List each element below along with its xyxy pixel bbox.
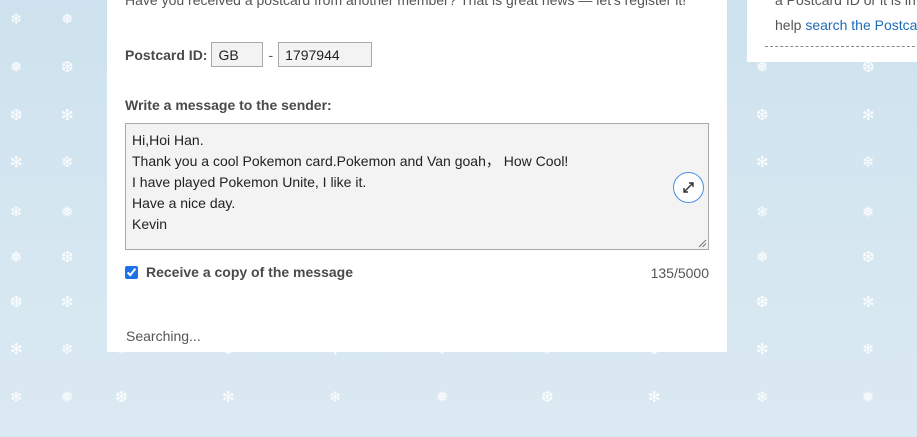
message-line: Have a nice day.	[132, 195, 236, 211]
snowflake-icon: ✻	[648, 388, 661, 406]
postcard-id-separator: -	[268, 46, 274, 63]
snowflake-icon: ✻	[756, 153, 769, 171]
snowflake-icon: ❄	[862, 153, 875, 171]
snowflake-icon: ❄	[862, 340, 875, 358]
snowflake-icon: ❆	[61, 58, 74, 76]
expand-textarea-button[interactable]	[673, 172, 704, 203]
snowflake-icon: ✻	[862, 106, 875, 124]
register-postcard-panel: Have you received a postcard from anothe…	[107, 0, 727, 352]
snowflake-icon: ❅	[61, 10, 74, 28]
snowflake-icon: ✻	[61, 106, 74, 124]
snowflake-icon: ❆	[10, 106, 23, 124]
snowflake-icon: ❆	[862, 248, 875, 266]
help-text: a Postcard ID or it is in	[775, 0, 916, 8]
message-label: Write a message to the sender:	[125, 97, 332, 113]
copy-message-checkbox[interactable]	[125, 265, 138, 279]
snowflake-icon: ❄	[756, 203, 769, 221]
expand-arrows-icon	[683, 182, 694, 193]
snowflake-icon: ✻	[222, 388, 235, 406]
snowflake-icon: ❆	[541, 388, 554, 406]
snowflake-icon: ❅	[756, 248, 769, 266]
snowflake-icon: ❄	[10, 388, 23, 406]
snowflake-icon: ❅	[862, 388, 875, 406]
snowflake-icon: ✻	[10, 340, 23, 358]
message-line: Thank you a cool Pokemon card.Pokemon an…	[132, 153, 569, 169]
message-line: Kevin	[132, 216, 168, 232]
help-prefix: help	[775, 17, 806, 33]
character-counter: 135/5000	[650, 265, 709, 281]
snowflake-icon: ❅	[862, 203, 875, 221]
help-sidebar-card: a Postcard ID or it is in help search th…	[747, 0, 917, 62]
snowflake-icon: ✻	[862, 293, 875, 311]
message-line: Hi,Hoi Han.	[132, 132, 204, 148]
snowflake-icon: ❆	[115, 388, 128, 406]
snowflake-icon: ❅	[10, 248, 23, 266]
snowflake-icon: ❆	[61, 248, 74, 266]
message-textarea[interactable]: Hi,Hoi Han. Thank you a cool Pokemon car…	[125, 123, 709, 250]
copy-message-row: Receive a copy of the message	[125, 263, 353, 281]
snowflake-icon: ❄	[329, 388, 342, 406]
postcard-id-row: Postcard ID: -	[125, 42, 373, 67]
snowflake-icon: ❄	[756, 388, 769, 406]
sidebar-divider	[765, 46, 917, 47]
snowflake-icon: ❅	[10, 58, 23, 76]
snowflake-icon: ❄	[61, 340, 74, 358]
snowflake-icon: ❄	[61, 153, 74, 171]
snowflake-icon: ❅	[756, 58, 769, 76]
snowflake-icon: ❄	[10, 203, 23, 221]
snowflake-icon: ❄	[10, 10, 23, 28]
copy-message-label[interactable]: Receive a copy of the message	[146, 264, 353, 280]
resize-grip-icon[interactable]	[698, 239, 707, 248]
snowflake-icon: ✻	[61, 293, 74, 311]
postcard-id-label: Postcard ID:	[125, 46, 208, 63]
country-code-input[interactable]	[211, 42, 264, 67]
snowflake-icon: ❆	[756, 106, 769, 124]
snowflake-icon: ❆	[756, 293, 769, 311]
message-line: I have played Pokemon Unite, I like it.	[132, 174, 367, 190]
help-text-link-line: help search the Postcard	[775, 17, 917, 33]
snowflake-icon: ❆	[862, 58, 875, 76]
postcard-number-input[interactable]	[278, 42, 373, 67]
search-postcard-link[interactable]: search the Postcard	[805, 17, 917, 33]
search-status: Searching...	[126, 328, 201, 344]
snowflake-icon: ❅	[61, 203, 74, 221]
snowflake-icon: ✻	[756, 340, 769, 358]
snowflake-icon: ❅	[436, 388, 449, 406]
snowflake-icon: ❅	[61, 388, 74, 406]
snowflake-icon: ❆	[10, 293, 23, 311]
intro-text: Have you received a postcard from anothe…	[125, 0, 687, 8]
snowflake-icon: ✻	[10, 153, 23, 171]
